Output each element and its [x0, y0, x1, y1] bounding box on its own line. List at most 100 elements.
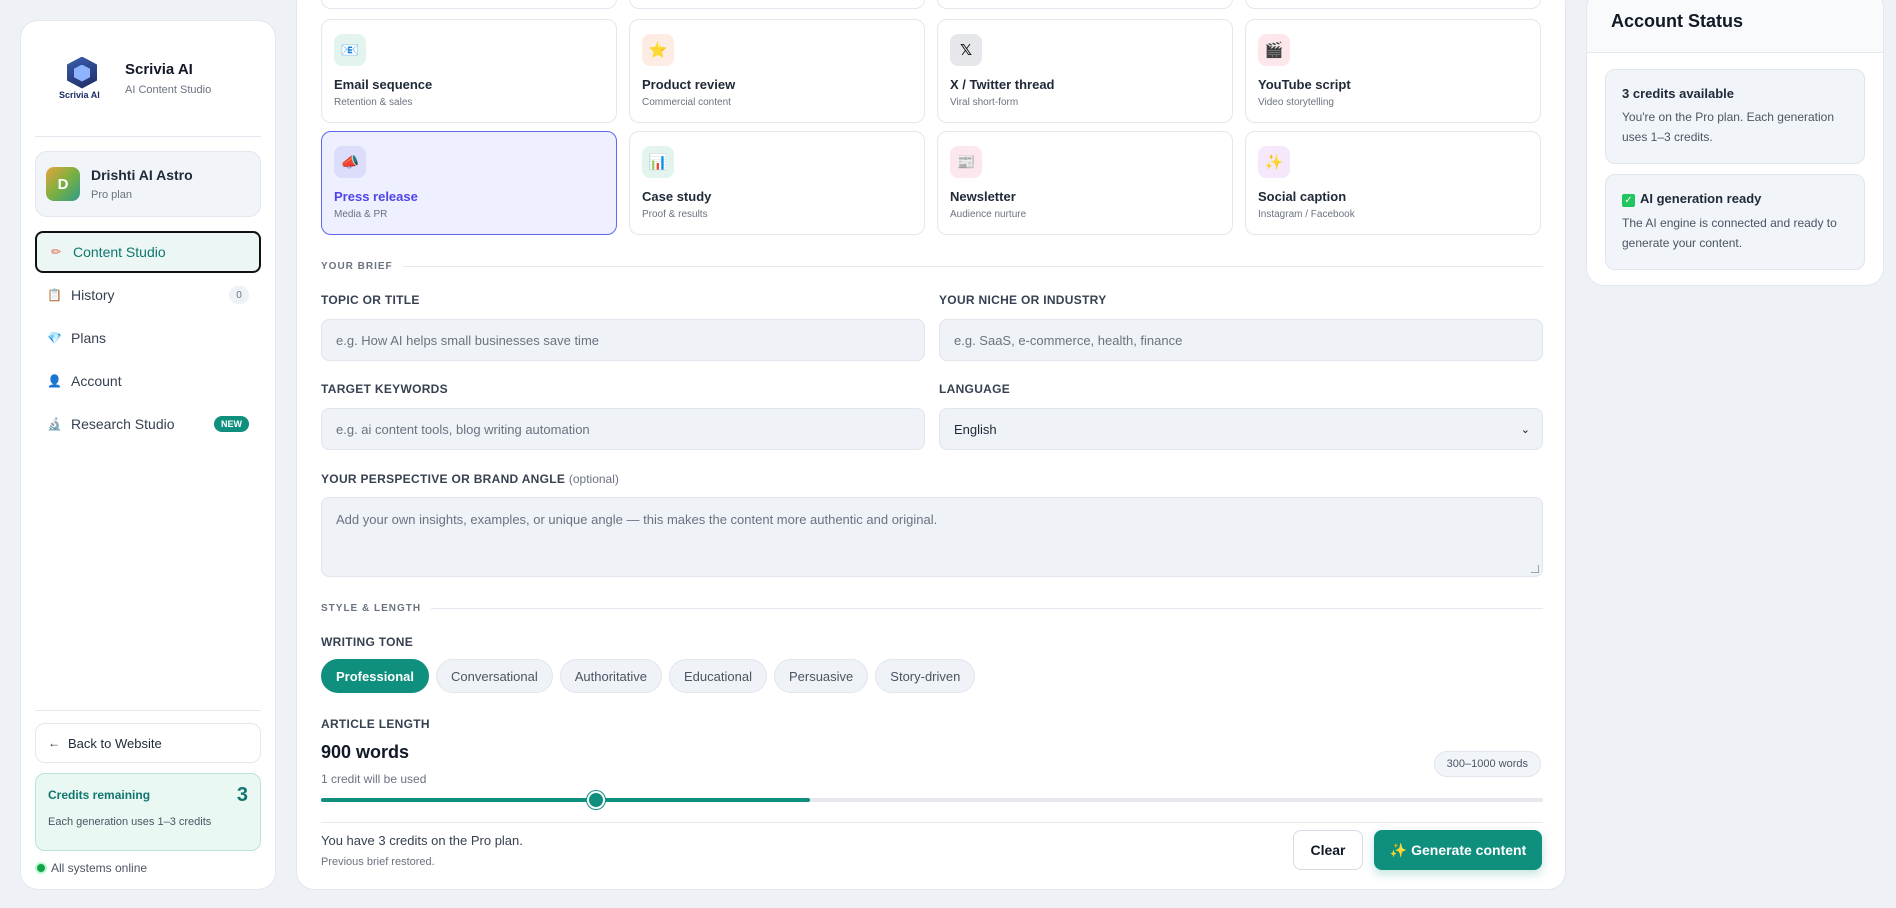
template-card-product-review[interactable]: ⭐ Product review Commercial content — [629, 19, 925, 123]
logo-wordmark: Scrivia AI — [59, 89, 100, 100]
template-card-email-sequence[interactable]: 📧 Email sequence Retention & sales — [321, 19, 617, 123]
credits-remaining-label: Credits remaining — [48, 788, 151, 802]
optional-hint: (optional) — [568, 472, 619, 486]
word-range-badge: 300–1000 words — [1433, 751, 1541, 777]
template-name: Email sequence — [334, 77, 433, 92]
perspective-label-text: YOUR PERSPECTIVE OR BRAND ANGLE — [321, 472, 566, 486]
diamond-icon: 💎 — [47, 331, 62, 345]
resize-grip-icon[interactable] — [1531, 565, 1539, 573]
status-dot-icon — [37, 864, 45, 872]
generate-content-button[interactable]: ✨ Generate content — [1374, 830, 1542, 870]
template-subtitle: Proof & results — [642, 209, 708, 220]
credits-remaining-value: 3 — [236, 784, 248, 806]
template-card-case-study[interactable]: 📊 Case study Proof & results — [629, 131, 925, 235]
pencil-icon: ✏ — [50, 245, 62, 259]
star-icon: ⭐ — [642, 34, 674, 66]
slider-thumb[interactable] — [586, 791, 605, 809]
template-card-clipped[interactable] — [937, 0, 1233, 9]
avatar: D — [46, 167, 80, 201]
template-card-clipped[interactable] — [629, 0, 925, 9]
divider — [431, 608, 1543, 609]
language-label: LANGUAGE — [939, 382, 1011, 396]
sidebar-item-label: Account — [71, 373, 122, 389]
length-label: ARTICLE LENGTH — [321, 717, 430, 731]
topic-input[interactable] — [321, 319, 925, 361]
template-card-clipped[interactable] — [321, 0, 617, 9]
user-name: Drishti AI Astro — [91, 167, 193, 183]
credits-remaining-sub: Each generation uses 1–3 credits — [48, 816, 212, 828]
history-count-badge: 0 — [229, 286, 249, 304]
ai-ready-desc: The AI engine is connected and ready to … — [1622, 216, 1837, 250]
x-logo-icon: 𝕏 — [950, 34, 982, 66]
slider-fill — [321, 798, 810, 802]
style-section-title: STYLE & LENGTH — [321, 603, 422, 614]
sidebar-footer: ← Back to Website Credits remaining 3 Ea… — [35, 710, 261, 875]
user-icon: 👤 — [47, 374, 62, 388]
word-count: 900 words — [321, 742, 410, 762]
template-card-twitter-thread[interactable]: 𝕏 X / Twitter thread Viral short-form — [937, 19, 1233, 123]
template-subtitle: Retention & sales — [334, 97, 413, 108]
template-card-press-release[interactable]: 📣 Press release Media & PR — [321, 131, 617, 235]
tone-story-driven[interactable]: Story-driven — [875, 659, 976, 693]
sidebar-item-account[interactable]: 👤 Account — [35, 360, 261, 402]
back-to-website-button[interactable]: ← Back to Website — [35, 723, 261, 763]
credits-remaining-card: Credits remaining 3 Each generation uses… — [35, 773, 261, 851]
sidebar: Scrivia AI Scrivia AI AI Content Studio … — [20, 20, 276, 890]
clapper-icon: 🎬 — [1258, 34, 1290, 66]
template-card-social-caption[interactable]: ✨ Social caption Instagram / Facebook — [1245, 131, 1541, 235]
credits-status-card: 3 credits available You're on the Pro pl… — [1605, 69, 1865, 164]
template-subtitle: Video storytelling — [1258, 97, 1334, 108]
template-subtitle: Instagram / Facebook — [1258, 209, 1355, 220]
template-subtitle: Audience nurture — [950, 209, 1027, 220]
clipboard-icon: 📋 — [47, 288, 62, 302]
sidebar-item-label: Content Studio — [73, 244, 166, 260]
clear-button[interactable]: Clear — [1293, 830, 1363, 870]
template-card-newsletter[interactable]: 📰 Newsletter Audience nurture — [937, 131, 1233, 235]
tone-educational[interactable]: Educational — [669, 659, 767, 693]
brand-name: Scrivia AI — [125, 61, 193, 78]
microscope-icon: 🔬 — [47, 417, 62, 431]
tone-persuasive[interactable]: Persuasive — [773, 659, 869, 693]
check-icon: ✓ — [1622, 194, 1635, 207]
newspaper-icon: 📰 — [950, 146, 982, 178]
user-card[interactable]: D Drishti AI Astro Pro plan — [35, 151, 261, 217]
scrivia-logo-icon[interactable]: Scrivia AI — [59, 56, 105, 101]
template-subtitle: Media & PR — [334, 209, 388, 220]
perspective-textarea[interactable] — [321, 497, 1543, 577]
tone-conversational[interactable]: Conversational — [436, 659, 553, 693]
sidebar-nav: ✏ Content Studio 📋 History 0 💎 Plans 👤 A… — [35, 231, 261, 445]
sparkle-icon: ✨ — [1258, 146, 1290, 178]
template-card-clipped[interactable] — [1245, 0, 1541, 9]
language-selected-value: English — [954, 421, 997, 437]
sidebar-item-plans[interactable]: 💎 Plans — [35, 317, 261, 359]
brand-header: Scrivia AI Scrivia AI AI Content Studio — [35, 21, 261, 137]
credits-summary: You have 3 credits on the Pro plan. — [321, 833, 523, 848]
tone-professional[interactable]: Professional — [321, 659, 430, 693]
back-to-website-label: Back to Website — [68, 735, 162, 751]
keywords-input[interactable] — [321, 408, 925, 450]
user-plan: Pro plan — [91, 189, 132, 201]
megaphone-icon: 📣 — [334, 146, 366, 178]
language-select[interactable]: English ⌄ — [939, 408, 1543, 450]
template-name: YouTube script — [1258, 77, 1351, 92]
niche-input[interactable] — [939, 319, 1543, 361]
template-name: Newsletter — [950, 189, 1016, 204]
divider — [321, 822, 1543, 823]
sidebar-item-research-studio[interactable]: 🔬 Research Studio NEW — [35, 403, 261, 445]
keywords-label: TARGET KEYWORDS — [321, 382, 448, 396]
sidebar-item-label: History — [71, 287, 115, 303]
template-name: Case study — [642, 189, 712, 204]
system-status-text: All systems online — [51, 861, 148, 875]
email-icon: 📧 — [334, 34, 366, 66]
ai-status-card: ✓ AI generation ready The AI engine is co… — [1605, 174, 1865, 270]
sidebar-item-content-studio[interactable]: ✏ Content Studio — [35, 231, 261, 273]
length-slider[interactable] — [321, 791, 1543, 809]
template-row-clipped — [321, 0, 1543, 9]
account-status-title: Account Status — [1587, 0, 1883, 53]
sidebar-item-history[interactable]: 📋 History 0 — [35, 274, 261, 316]
template-name: Press release — [334, 189, 418, 204]
system-status: All systems online — [35, 861, 261, 875]
template-card-youtube-script[interactable]: 🎬 YouTube script Video storytelling — [1245, 19, 1541, 123]
tone-authoritative[interactable]: Authoritative — [559, 659, 663, 693]
sidebar-item-label: Research Studio — [71, 416, 175, 432]
